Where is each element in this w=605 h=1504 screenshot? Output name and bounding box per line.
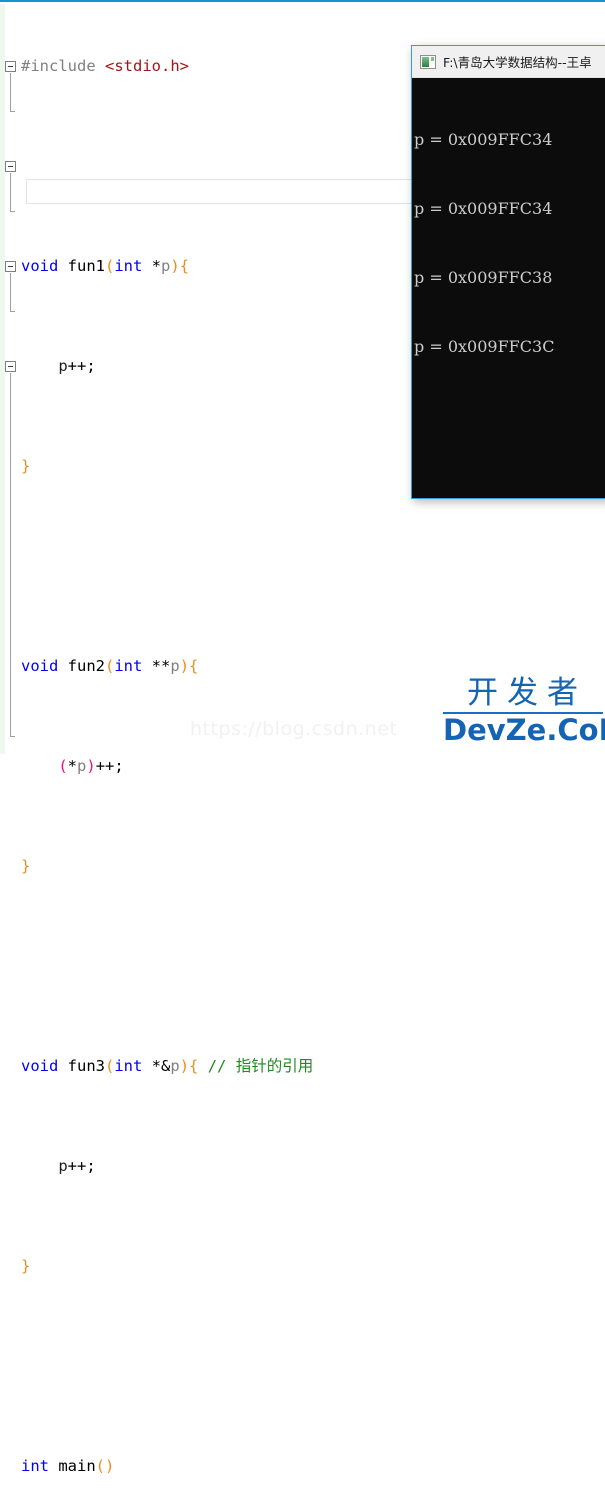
console-output-line: p = 0x009FFC34 xyxy=(414,130,553,149)
var-p: p xyxy=(58,357,68,375)
fold-foot-fun3 xyxy=(10,311,15,312)
keyword-void: void xyxy=(21,1057,59,1075)
fold-toggle-fun2[interactable] xyxy=(5,161,16,172)
function-name-fun3: fun3 xyxy=(67,1057,105,1075)
fold-toggle-fun3[interactable] xyxy=(5,261,16,272)
param-p: p xyxy=(170,657,180,675)
brand-watermark-cn: 开发者 xyxy=(467,675,587,711)
fold-foot-main xyxy=(10,736,15,737)
code-line: int main() xyxy=(21,1454,605,1479)
keyword-int: int xyxy=(114,1057,143,1075)
function-name-main: main xyxy=(58,1457,96,1475)
paren: ( xyxy=(105,657,115,675)
paren: ( xyxy=(105,257,115,275)
brace: { xyxy=(179,257,190,275)
console-output: p = 0x009FFC34 p = 0x009FFC34 p = 0x009F… xyxy=(412,78,605,404)
code-line-current: (*p)++; xyxy=(58,757,124,775)
code-line: } xyxy=(21,854,605,879)
console-window-icon xyxy=(420,54,436,69)
fold-line-fun2 xyxy=(10,173,11,211)
brand-watermark-en: DevZe.CoM xyxy=(443,713,605,747)
keyword-int: int xyxy=(114,257,143,275)
function-name-fun2: fun2 xyxy=(67,657,105,675)
param-p: p xyxy=(161,257,171,275)
function-name-fun1: fun1 xyxy=(67,257,105,275)
paren: ) xyxy=(179,1057,190,1075)
keyword-int: int xyxy=(21,1457,49,1475)
brace: } xyxy=(21,1257,31,1275)
brand-watermark: 开发者 DevZe.CoM xyxy=(443,675,605,747)
fold-line-fun3 xyxy=(10,273,11,311)
param-p: p xyxy=(170,1057,180,1075)
paren: ( xyxy=(105,1057,115,1075)
paren: () xyxy=(95,1457,115,1475)
fold-line-main xyxy=(10,373,11,736)
console-title: F:\青岛大学数据结构--王卓 xyxy=(443,55,592,70)
keyword-void: void xyxy=(21,257,59,275)
console-titlebar[interactable]: F:\青岛大学数据结构--王卓 xyxy=(412,46,605,78)
paren: ( xyxy=(58,757,68,775)
paren: ) xyxy=(170,257,180,275)
console-output-line: p = 0x009FFC34 xyxy=(414,199,553,218)
fold-gutter[interactable] xyxy=(5,4,21,754)
code-line: p++; xyxy=(58,1157,96,1175)
comment: // 指针的引用 xyxy=(207,1057,314,1075)
code-line: } xyxy=(21,1254,605,1279)
paren: ) xyxy=(179,657,190,675)
console-window[interactable]: F:\青岛大学数据结构--王卓 p = 0x009FFC34 p = 0x009… xyxy=(411,45,605,499)
keyword-void: void xyxy=(21,657,59,675)
keyword-int: int xyxy=(114,657,143,675)
preprocessor-directive: #include xyxy=(21,57,96,75)
var-p: p xyxy=(77,757,87,775)
var-p: p xyxy=(58,1157,68,1175)
console-output-line: p = 0x009FFC38 xyxy=(414,268,553,287)
source-url-watermark: https://blog.csdn.net xyxy=(190,718,398,740)
code-line: void fun3(int *&p){ // 指针的引用 xyxy=(21,1057,314,1075)
brace: } xyxy=(21,457,31,475)
console-output-line: p = 0x009FFC3C xyxy=(414,337,555,356)
fold-foot-fun1 xyxy=(10,111,15,112)
fold-toggle-fun1[interactable] xyxy=(5,61,16,72)
brace: } xyxy=(21,857,31,875)
brace: { xyxy=(189,1057,199,1075)
include-header: <stdio.h> xyxy=(105,57,189,75)
paren: ) xyxy=(86,757,96,775)
fold-foot-fun2 xyxy=(10,211,15,212)
brace: { xyxy=(189,657,199,675)
fold-line-fun1 xyxy=(10,73,11,111)
fold-toggle-main[interactable] xyxy=(5,361,16,372)
